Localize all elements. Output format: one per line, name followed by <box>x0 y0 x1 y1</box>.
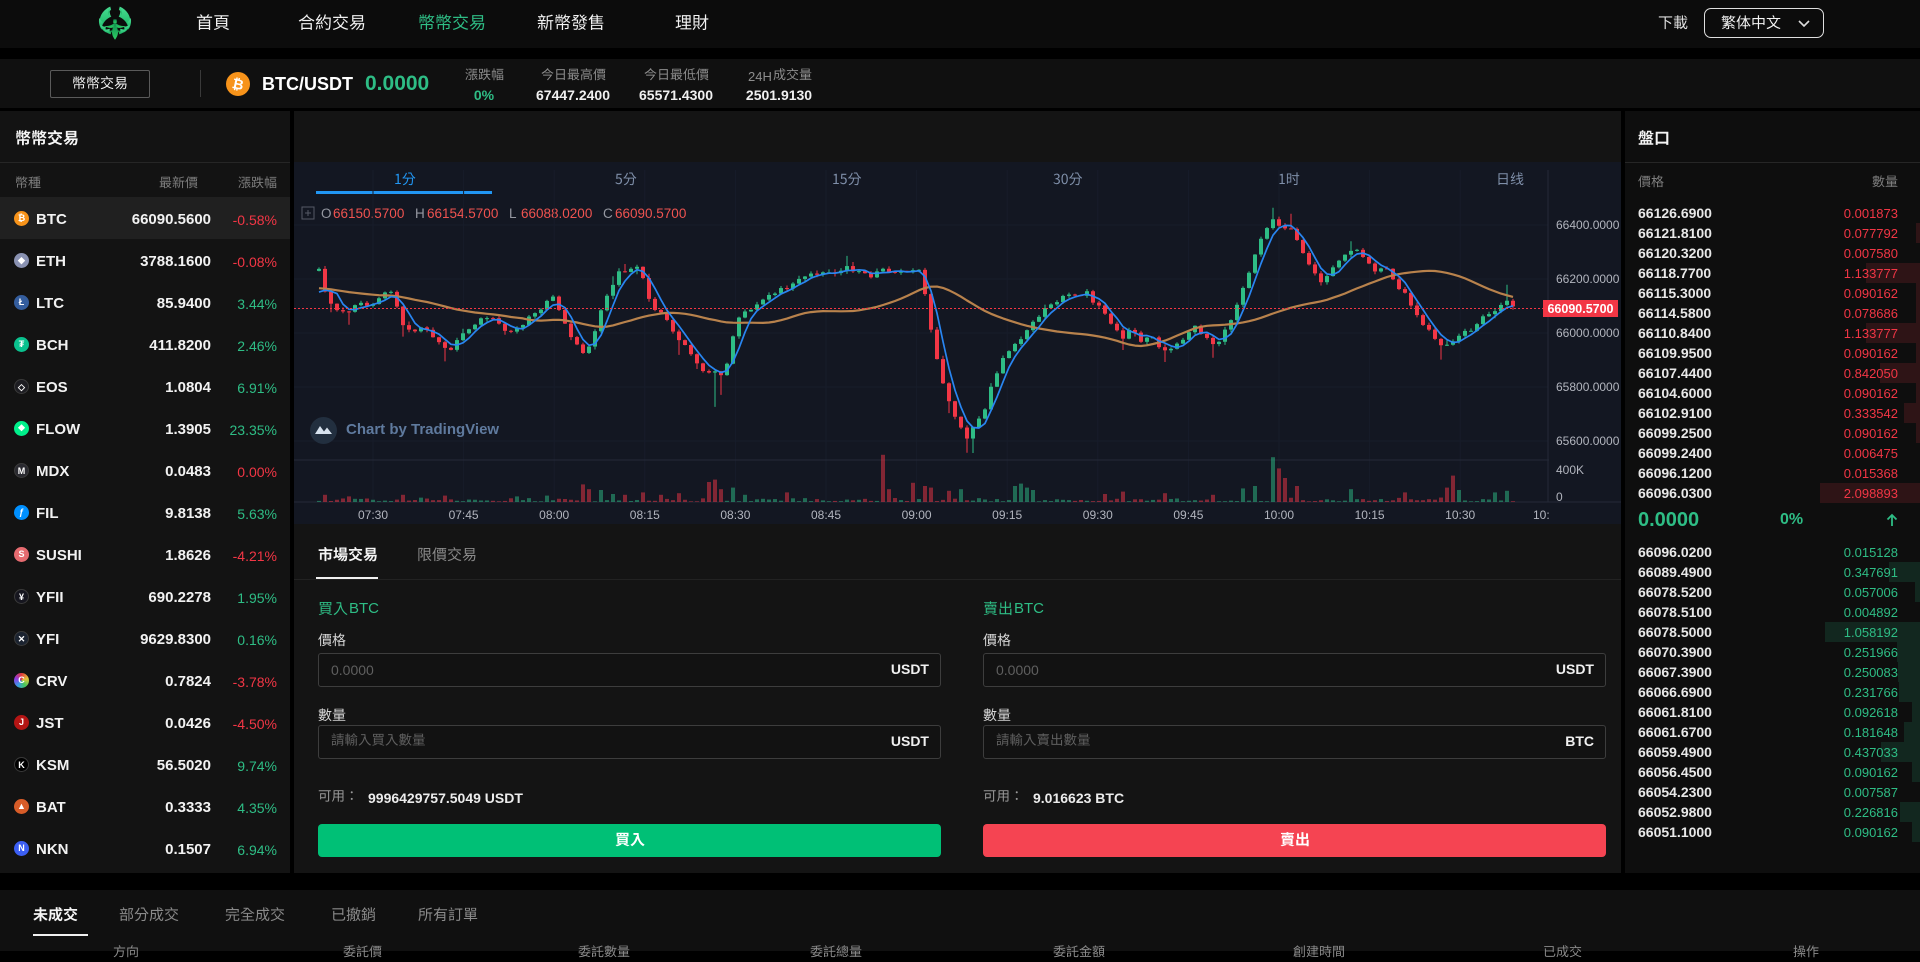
svg-text:08:15: 08:15 <box>630 508 660 522</box>
svg-text:09:45: 09:45 <box>1173 508 1203 522</box>
svg-text:66090.5700: 66090.5700 <box>1547 302 1613 316</box>
svg-text:10:: 10: <box>1533 508 1550 522</box>
svg-text:66200.0000: 66200.0000 <box>1556 272 1620 286</box>
svg-text:09:00: 09:00 <box>902 508 932 522</box>
svg-text:07:30: 07:30 <box>358 508 388 522</box>
svg-text:65600.0000: 65600.0000 <box>1556 434 1620 448</box>
svg-text:08:00: 08:00 <box>539 508 569 522</box>
svg-text:08:45: 08:45 <box>811 508 841 522</box>
svg-text:07:45: 07:45 <box>449 508 479 522</box>
svg-text:09:15: 09:15 <box>992 508 1022 522</box>
svg-text:66400.0000: 66400.0000 <box>1556 218 1620 232</box>
svg-text:09:30: 09:30 <box>1083 508 1113 522</box>
svg-text:66000.0000: 66000.0000 <box>1556 326 1620 340</box>
svg-text:65800.0000: 65800.0000 <box>1556 380 1620 394</box>
svg-text:10:30: 10:30 <box>1445 508 1475 522</box>
svg-text:08:30: 08:30 <box>720 508 750 522</box>
svg-text:400K: 400K <box>1556 463 1584 477</box>
svg-text:0: 0 <box>1556 490 1563 504</box>
svg-text:10:00: 10:00 <box>1264 508 1294 522</box>
svg-text:10:15: 10:15 <box>1355 508 1385 522</box>
